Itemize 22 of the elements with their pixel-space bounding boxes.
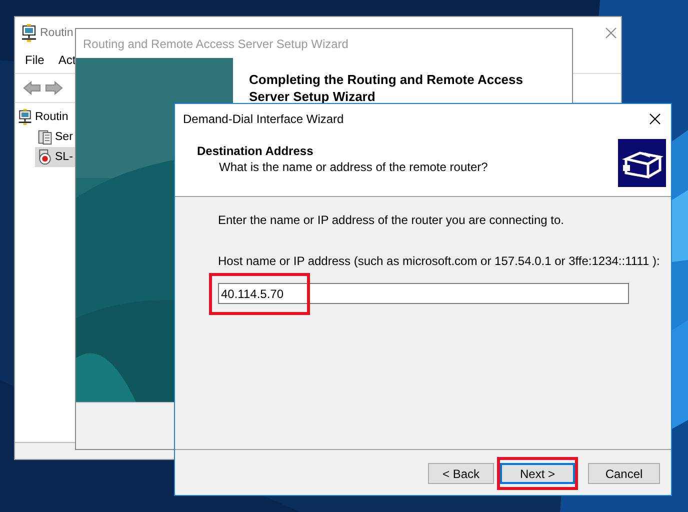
wizard-button[interactable]: < Back	[428, 463, 494, 484]
input-field[interactable]: 40.114.5.70	[218, 283, 629, 304]
back-arrow-icon[interactable]	[23, 81, 41, 95]
window-title: Routing and Remote Access Server Setup Wizard	[83, 36, 348, 50]
wizard-button[interactable]: Cancel	[588, 463, 660, 484]
menu-item[interactable]: Act	[58, 53, 76, 67]
close-icon[interactable]	[649, 113, 661, 125]
instruction-text: Enter the name or IP address of the router you are connecting to.	[218, 213, 565, 227]
computer-icon	[17, 109, 33, 125]
field-label: Host name or IP address (such as microsoft.com or 157.54.0.1 or 3ffe:1234::1111 ):	[218, 254, 661, 268]
wizard-heading: Completing the Routing and Remote Access Server Setup Wizard	[249, 71, 524, 105]
wizard-button[interactable]: Next >	[500, 463, 575, 484]
forward-arrow-icon[interactable]	[45, 81, 63, 95]
page-title: Destination Address	[197, 144, 314, 158]
tree-item[interactable]: Routin	[15, 107, 70, 127]
menu-item[interactable]: File	[25, 53, 44, 67]
window-title: Demand-Dial Interface Wizard	[183, 112, 344, 126]
app-icon	[20, 24, 38, 42]
tree-item[interactable]: SL-	[35, 147, 75, 167]
page-subtitle: What is the name or address of the remote router?	[218, 160, 488, 174]
tree-item[interactable]: Ser	[35, 127, 75, 147]
window-title: Routin	[40, 27, 74, 39]
